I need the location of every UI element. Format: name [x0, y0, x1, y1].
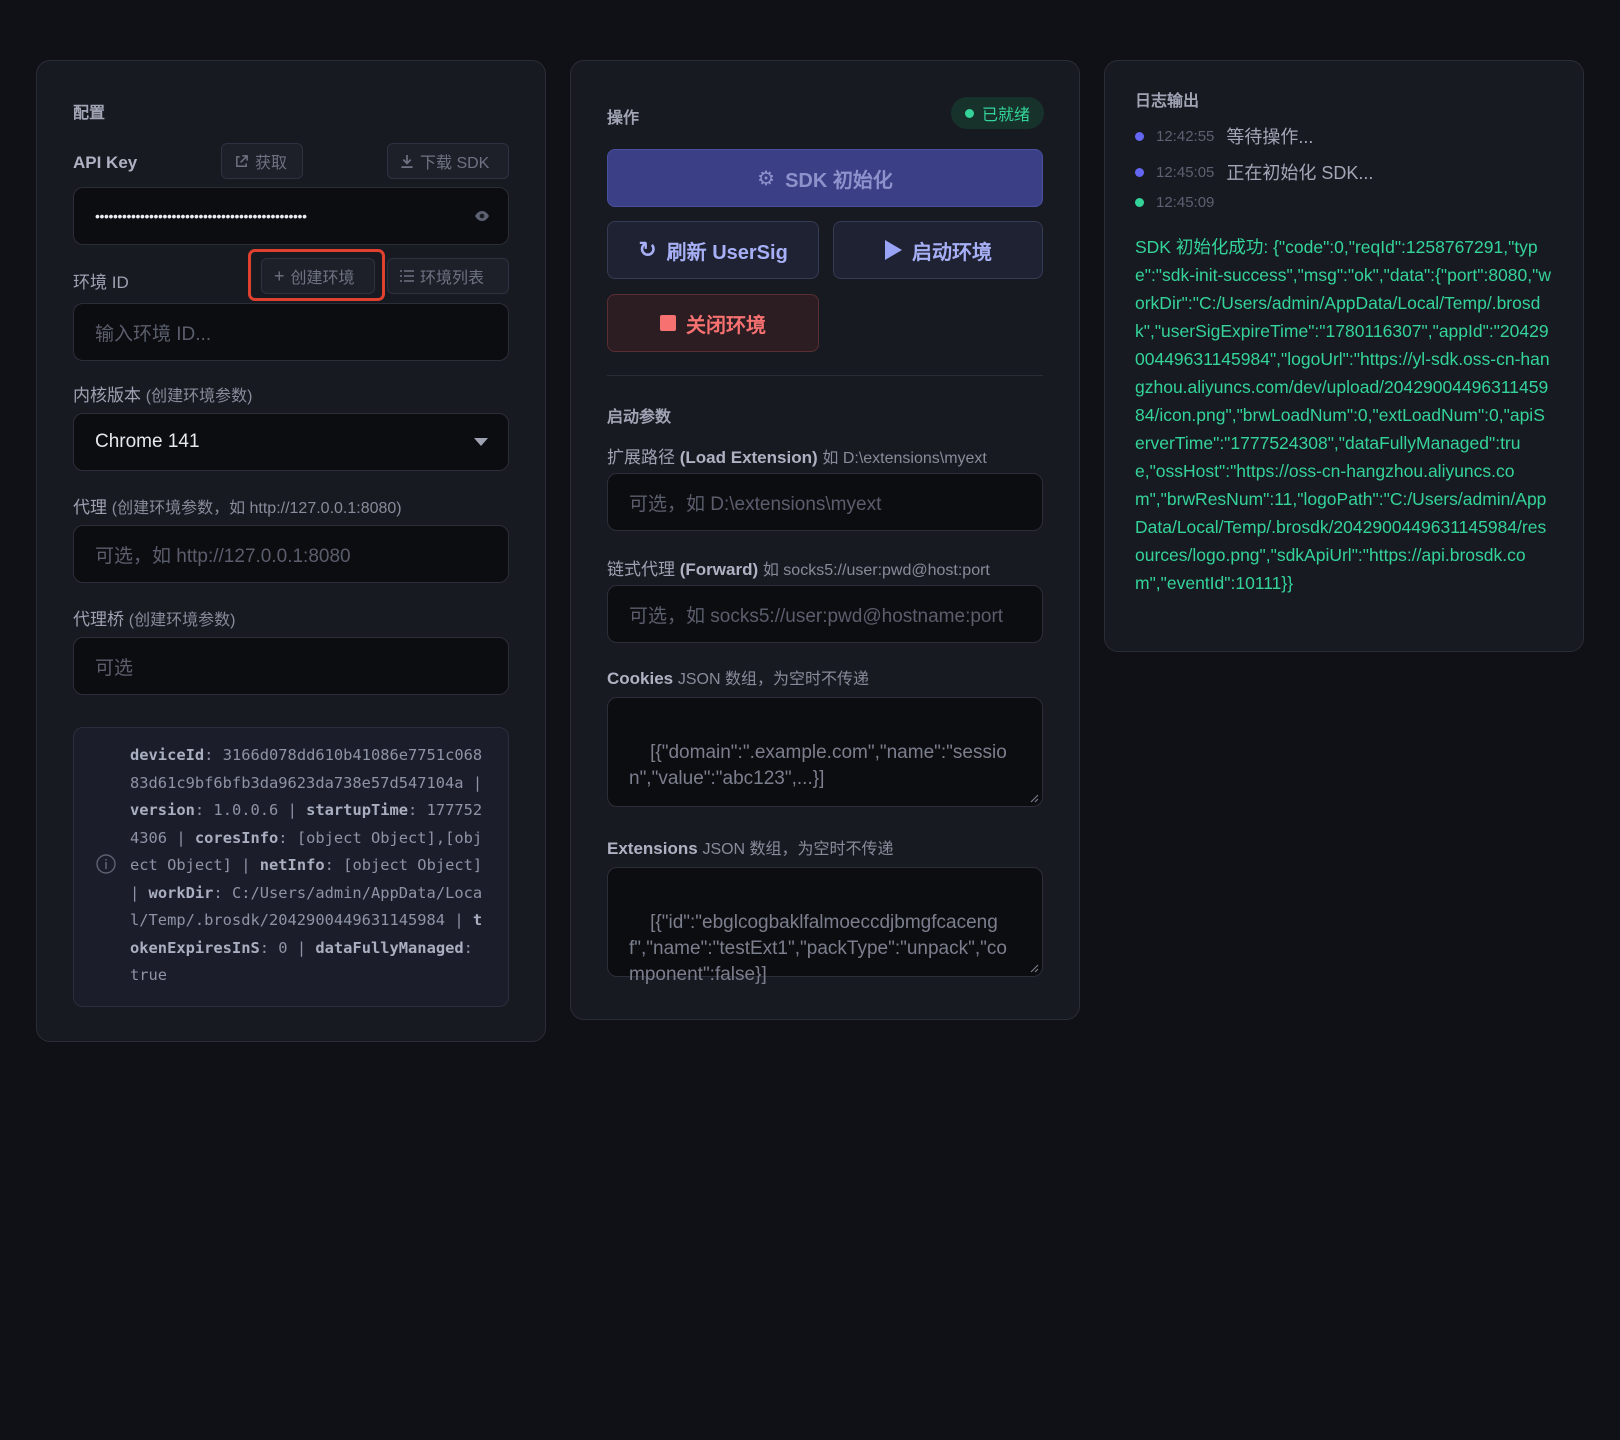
chain-proxy-placeholder: 可选，如 socks5://user:pwd@hostname:port [629, 605, 1004, 627]
play-icon [885, 240, 902, 260]
device-info-box: deviceId: 3166d078dd610b41086e7751c06883… [73, 727, 509, 1007]
start-env-button[interactable]: 启动环境 [833, 221, 1043, 279]
status-badge-label: 已就绪 [982, 107, 1031, 124]
config-panel: 配置 API Key 获取 下载 SDK •••••••••••••••••••… [36, 60, 546, 1042]
bridge-placeholder: 可选 [95, 657, 134, 679]
env-list-label: 环境列表 [420, 270, 485, 287]
sdk-init-button[interactable]: ⚙ SDK 初始化 [607, 149, 1043, 207]
resize-handle-icon[interactable] [1029, 793, 1039, 803]
bridge-label: 代理桥 (创建环境参数) [73, 610, 236, 629]
env-id-input[interactable]: 输入环境 ID... [73, 303, 509, 361]
divider [607, 375, 1043, 376]
start-env-label: 启动环境 [912, 241, 992, 264]
ext-path-label: 扩展路径 (Load Extension) 如 D:\extensions\my… [607, 448, 987, 467]
resize-handle-icon[interactable] [1029, 963, 1039, 973]
log-dot-icon [1135, 167, 1144, 177]
download-sdk-label: 下载 SDK [420, 155, 490, 172]
plus-icon: + [274, 265, 285, 286]
log-entry: 12:42:55 等待操作... [1135, 123, 1313, 149]
download-sdk-button[interactable]: 下载 SDK [387, 143, 509, 179]
stop-icon [660, 315, 676, 331]
log-entry: 12:45:09 [1135, 194, 1226, 211]
extensions-placeholder: [{"id":"ebglcogbaklfalmoeccdjbmgfcacengf… [629, 912, 1007, 985]
extensions-textarea[interactable]: [{"id":"ebglcogbaklfalmoeccdjbmgfcacengf… [607, 867, 1043, 985]
config-title: 配置 [73, 105, 106, 122]
kernel-label: 内核版本 (创建环境参数) [73, 386, 253, 405]
status-dot-icon [965, 108, 974, 118]
env-list-button[interactable]: 环境列表 [387, 258, 509, 294]
env-id-label: 环境 ID [73, 273, 129, 292]
log-success-output: SDK 初始化成功: {"code":0,"reqId":1258767291,… [1135, 237, 1551, 593]
sdk-init-label: SDK 初始化 [785, 169, 893, 192]
kernel-select-value: Chrome 141 [95, 431, 200, 452]
cookies-label: Cookies JSON 数组，为空时不传递 [607, 669, 869, 688]
log-time: 12:42:55 [1156, 127, 1215, 145]
chain-proxy-input[interactable]: 可选，如 socks5://user:pwd@hostname:port [607, 585, 1043, 643]
launch-params-title: 启动参数 [607, 409, 672, 426]
log-time: 12:45:09 [1156, 194, 1215, 211]
api-key-input[interactable]: ••••••••••••••••••••••••••••••••••••••••… [73, 187, 509, 245]
ext-path-placeholder: 可选，如 D:\extensions\myext [629, 493, 882, 515]
eye-icon[interactable] [474, 210, 490, 222]
refresh-usersig-label: 刷新 UserSig [666, 241, 788, 264]
proxy-input[interactable]: 可选，如 http://127.0.0.1:8080 [73, 525, 509, 583]
api-key-label: API Key [73, 153, 138, 172]
close-env-label: 关闭环境 [686, 314, 766, 337]
kernel-select[interactable]: Chrome 141 [73, 413, 509, 471]
extensions-label: Extensions JSON 数组，为空时不传递 [607, 839, 894, 858]
proxy-placeholder: 可选，如 http://127.0.0.1:8080 [95, 545, 351, 567]
download-icon [401, 154, 413, 168]
gear-icon: ⚙ [757, 167, 776, 190]
bridge-input[interactable]: 可选 [73, 637, 509, 695]
status-badge: 已就绪 [951, 97, 1045, 129]
proxy-label: 代理 (创建环境参数，如 http://127.0.0.1:8080) [73, 498, 402, 517]
api-key-value: ••••••••••••••••••••••••••••••••••••••••… [95, 208, 307, 224]
log-dot-icon [1135, 131, 1144, 141]
list-icon [400, 270, 414, 282]
env-id-placeholder: 输入环境 ID... [95, 323, 212, 345]
operations-panel: 操作 已就绪 ⚙ SDK 初始化 ↻ 刷新 UserSig 启动环境 关闭环境 … [570, 60, 1080, 1020]
device-info-text: deviceId: 3166d078dd610b41086e7751c06883… [130, 746, 483, 984]
log-time: 12:45:05 [1156, 163, 1215, 181]
chevron-down-icon [474, 438, 488, 446]
get-button-label: 获取 [255, 155, 288, 172]
log-panel: 日志输出 12:42:55 等待操作... 12:45:05 正在初始化 SDK… [1104, 60, 1584, 652]
log-title: 日志输出 [1135, 93, 1200, 110]
log-dot-icon [1135, 198, 1144, 207]
info-icon [96, 854, 116, 874]
create-env-label: 创建环境 [290, 270, 355, 287]
log-entry: 12:45:05 正在初始化 SDK... [1135, 159, 1373, 185]
log-message: 正在初始化 SDK... [1226, 163, 1374, 183]
refresh-usersig-button[interactable]: ↻ 刷新 UserSig [607, 221, 819, 279]
cookies-textarea[interactable]: [{"domain":".example.com","name":"sessio… [607, 697, 1043, 807]
external-link-icon [236, 154, 248, 167]
log-message: 等待操作... [1226, 127, 1314, 147]
cookies-placeholder: [{"domain":".example.com","name":"sessio… [629, 742, 1007, 789]
ext-path-input[interactable]: 可选，如 D:\extensions\myext [607, 473, 1043, 531]
get-api-key-button[interactable]: 获取 [221, 143, 303, 179]
refresh-icon: ↻ [638, 237, 657, 262]
ops-title: 操作 [607, 110, 640, 127]
chain-proxy-label: 链式代理 (Forward) 如 socks5://user:pwd@host:… [607, 560, 990, 579]
close-env-button[interactable]: 关闭环境 [607, 294, 819, 352]
create-env-button[interactable]: + 创建环境 [261, 258, 375, 294]
